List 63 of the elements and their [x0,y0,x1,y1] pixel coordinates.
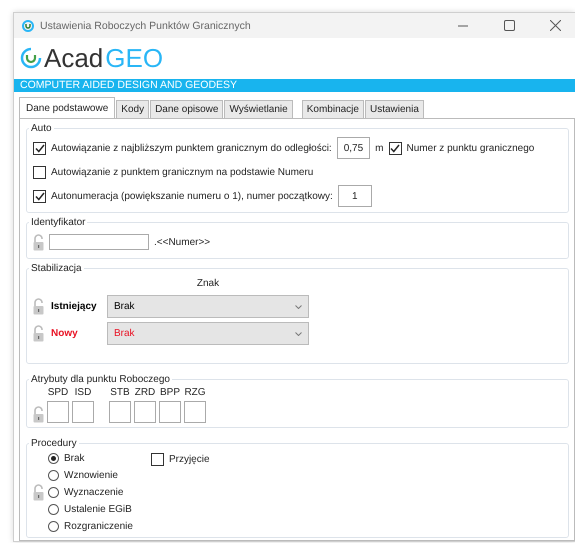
group-title: Auto [30,123,53,134]
checkbox-label: Numer z punktu granicznego [406,142,534,154]
tab[interactable]: Kombinacje [302,100,364,118]
tab[interactable]: Wyświetlanie [224,100,293,118]
column-header: Znak [196,277,220,291]
input-field[interactable] [47,401,69,423]
checkbox-label: Autowiązanie z najbliższym punktem granicznym do odległości: [51,142,332,154]
lock-icon[interactable] [33,484,44,500]
group-title: Identyfikator [30,217,86,228]
tab[interactable]: Kody [116,100,150,118]
input-field[interactable] [72,401,94,423]
input-field[interactable] [159,401,181,423]
input-field[interactable]: 1 [338,185,372,207]
checkbox[interactable] [33,142,46,154]
input-field[interactable] [184,401,206,423]
group-title: Procedury [30,438,78,449]
checkbox-label: Autowiązanie z punktem granicznym na podstawie Numeru [51,166,314,178]
dropdown[interactable]: Brak [107,295,309,318]
field-label: SPD [48,387,68,398]
lock-icon[interactable] [33,234,44,250]
field-label: RZG [184,387,206,398]
app-icon [22,20,34,32]
input-field[interactable] [109,401,131,423]
logo-text: Acad [44,42,104,74]
checkbox[interactable] [33,166,46,178]
group-title: Stabilizacja [30,263,83,274]
row-label: Istniejący [51,301,98,312]
tagline-banner: COMPUTER AIDED DESIGN AND GEODESY [14,79,575,92]
field-label: ZRD [134,387,156,398]
lock-icon[interactable] [33,325,44,342]
field-label: BPP [160,387,180,398]
input-field[interactable] [49,234,149,250]
checkbox[interactable] [33,190,46,202]
logo-text: GEO [105,42,164,74]
lock-icon[interactable] [33,406,44,423]
row-label: Nowy [51,328,79,339]
logo-icon [20,47,42,69]
input-field[interactable] [134,401,156,423]
radio-option[interactable]: Ustalenie EGiB [48,502,133,516]
tab[interactable]: Ustawienia [364,100,424,118]
close-icon [550,20,560,31]
checkbox-label: Autonumeracja (powiększanie numeru o 1), numer początkowy: [51,190,333,202]
chevron-icon [295,332,302,336]
suffix-label: .<<Numer>> [154,236,210,248]
unit-label: m [375,142,384,154]
lock-icon[interactable] [33,298,44,315]
group-title: Atrybuty dla punktu Roboczego [30,374,171,385]
radio-option[interactable]: Brak [48,451,133,465]
radio-option[interactable]: Rozgraniczenie [48,519,133,533]
chevron-icon [295,304,302,308]
radio-option[interactable]: Wznowienie [48,468,133,482]
checkbox[interactable] [150,452,164,466]
window-title: Ustawienia Roboczych Punktów Granicznych [40,20,252,32]
maximize-icon [504,20,514,31]
checkbox[interactable] [388,142,402,154]
tab[interactable]: Dane opisowe [150,100,224,118]
field-label: STB [110,387,130,398]
input-field[interactable]: 0,75 [336,137,370,159]
dropdown[interactable]: Brak [107,322,309,345]
checkbox-label: Przyjęcie [168,454,210,464]
tab[interactable]: Dane podstawowe [19,97,116,118]
radio-option[interactable]: Wyznaczenie [48,485,133,499]
field-label: ISD [74,387,92,398]
